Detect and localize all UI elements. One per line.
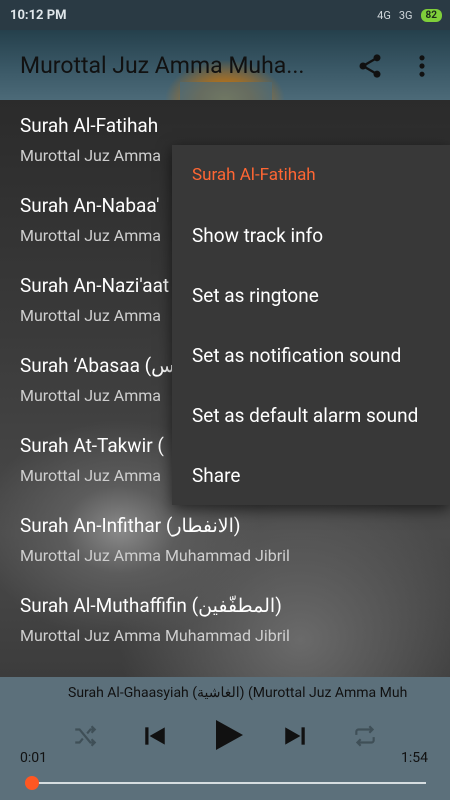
track-title: Surah Al-Fatihah [20,114,159,137]
total-time: 1:54 [401,750,428,766]
share-icon[interactable] [356,52,384,80]
menu-item-set-ringtone[interactable]: Set as ringtone [192,284,319,307]
seek-bar[interactable] [30,782,426,784]
track-context-menu: Surah Al-Fatihah Show track info Set as … [172,145,450,505]
menu-item-show-track-info[interactable]: Show track info [192,224,323,247]
list-item[interactable]: Surah An-Infithar (الانفطار) Murottal Ju… [0,500,450,580]
seek-thumb[interactable] [25,776,39,790]
skip-previous-icon[interactable] [142,721,168,751]
player-bar: Surah Al-Ghaasyiah (الغاشية) (Murottal J… [0,677,450,800]
track-subtitle: Murottal Juz Amma [20,386,161,405]
repeat-icon[interactable] [352,723,378,749]
signal-3g: 3G [398,8,413,22]
now-playing-title: Surah Al-Ghaasyiah (الغاشية) (Murottal J… [68,685,408,701]
menu-item-share[interactable]: Share [192,464,240,487]
status-bar: 10:12 PM 4G 3G 82 [0,0,450,30]
menu-header: Surah Al-Fatihah [192,165,316,185]
track-title: Surah At-Takwir ( [20,434,164,457]
track-subtitle: Murottal Juz Amma [20,466,161,485]
track-subtitle: Murottal Juz Amma [20,146,161,165]
app-header: Murottal Juz Amma Muha... [0,30,450,100]
track-subtitle: Murottal Juz Amma [20,226,161,245]
status-time: 10:12 PM [10,7,67,23]
shuffle-icon[interactable] [72,723,98,749]
track-title: Surah An-Nabaa' [20,194,160,217]
track-title: Surah An-Infithar (الانفطار) [20,514,241,537]
more-vert-icon[interactable] [414,52,430,80]
track-subtitle: Murottal Juz Amma [20,306,161,325]
skip-next-icon[interactable] [282,721,308,751]
track-title: Surah Al-Muthaffifin (المطفّفين) [20,594,282,617]
menu-item-set-notification-sound[interactable]: Set as notification sound [192,344,401,367]
page-title: Murottal Juz Amma Muha... [20,52,305,79]
track-title: Surah An-Nazi'aat [20,274,170,297]
battery-level: 82 [420,8,442,22]
list-item[interactable]: Surah Al-Muthaffifin (المطفّفين) Murotta… [0,580,450,660]
elapsed-time: 0:01 [20,750,47,766]
track-title: Surah ‘Abasaa (س [20,354,175,377]
play-icon[interactable] [210,715,246,755]
track-subtitle: Murottal Juz Amma Muhammad Jibril [20,626,290,645]
header-background-image [180,82,272,100]
track-subtitle: Murottal Juz Amma Muhammad Jibril [20,546,290,565]
menu-item-set-alarm-sound[interactable]: Set as default alarm sound [192,404,418,427]
signal-4g: 4G [377,8,391,22]
